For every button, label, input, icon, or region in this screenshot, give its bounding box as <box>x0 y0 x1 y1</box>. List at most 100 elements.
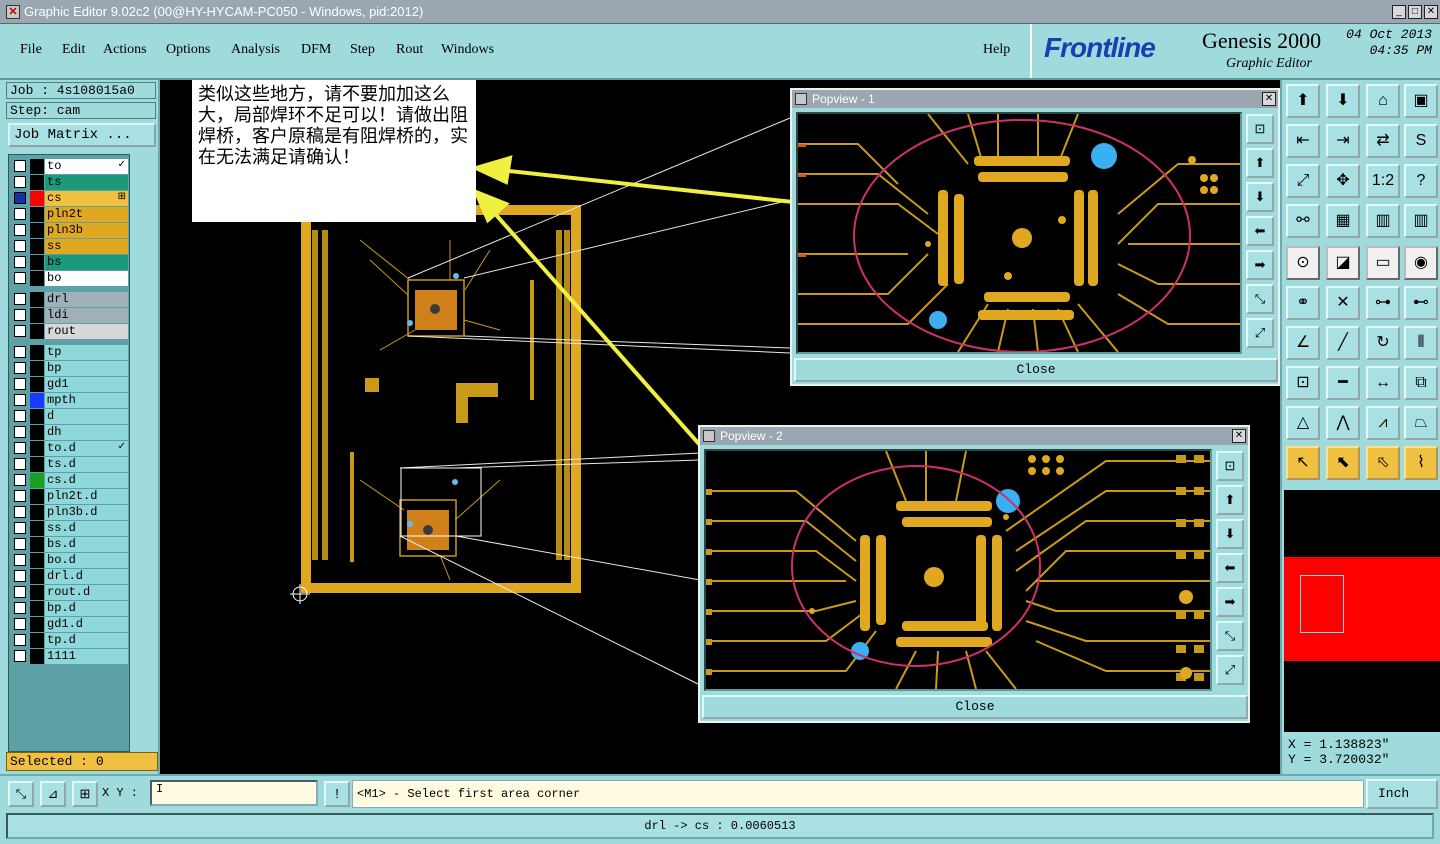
layer-row-pln3b[interactable]: pln3b <box>12 223 128 238</box>
layer-color-swatch[interactable] <box>30 489 44 504</box>
app-icon[interactable]: ✕ <box>6 5 20 19</box>
layer-checkbox[interactable] <box>14 325 26 337</box>
scale-one-two-icon[interactable]: 1:2 <box>1366 164 1400 198</box>
layer-name[interactable]: ts.d <box>45 457 128 472</box>
layer-color-swatch[interactable] <box>30 633 44 648</box>
layer-row-ss-d[interactable]: ss.d <box>12 521 128 536</box>
measure-icon[interactable]: ⚯ <box>1286 204 1320 238</box>
exclaim-button[interactable]: ! <box>324 781 350 807</box>
peak-icon[interactable]: ⋀ <box>1326 406 1360 440</box>
node-icon[interactable]: ⊡ <box>1286 366 1320 400</box>
layer-color-swatch[interactable] <box>30 521 44 536</box>
pick-icon[interactable]: ⊙ <box>1286 246 1320 280</box>
layer-checkbox[interactable] <box>14 538 26 550</box>
grid-snap-icon[interactable]: ⊞ <box>72 781 98 807</box>
layer-color-swatch[interactable] <box>30 505 44 520</box>
layer-checkbox[interactable] <box>14 570 26 582</box>
layer-color-swatch[interactable] <box>30 457 44 472</box>
layer-row-pln2t-d[interactable]: pln2t.d <box>12 489 128 504</box>
minimize-button[interactable]: _ <box>1392 5 1406 19</box>
trapezoid-icon[interactable]: ⏢ <box>1404 406 1438 440</box>
select-area-icon[interactable]: ⬉ <box>1326 446 1360 480</box>
layer-row-pln2t[interactable]: pln2t <box>12 207 128 222</box>
layer-checkbox[interactable] <box>14 554 26 566</box>
target-icon[interactable]: ◉ <box>1404 246 1438 280</box>
menu-windows[interactable]: Windows <box>441 42 494 58</box>
layer-name[interactable]: bp <box>45 361 128 376</box>
connect-icon[interactable]: ⚭ <box>1286 286 1320 320</box>
layer-name[interactable]: bo <box>45 271 128 286</box>
layer-row-ts-d[interactable]: ts.d <box>12 457 128 472</box>
layer-checkbox[interactable] <box>14 618 26 630</box>
layer-row-ts[interactable]: ts <box>12 175 128 190</box>
layer-row-ldi[interactable]: ldi <box>12 308 128 323</box>
popview-1-tool-4[interactable]: ⬅ <box>1246 216 1274 246</box>
layer-checkbox[interactable] <box>14 426 26 438</box>
layer-color-swatch[interactable] <box>30 377 44 392</box>
layer-color-swatch[interactable] <box>30 207 44 222</box>
layer-color-swatch[interactable] <box>30 191 44 206</box>
popview-1-close-button[interactable]: Close <box>794 358 1278 382</box>
layer-row-1111[interactable]: 1111 <box>12 649 128 664</box>
layer-checkbox[interactable] <box>14 362 26 374</box>
ruler-icon[interactable]: ▭ <box>1366 246 1400 280</box>
layer-red2-icon[interactable]: ▥ <box>1404 204 1438 238</box>
layer-row-mpth[interactable]: mpth <box>12 393 128 408</box>
popview-2-tool-3[interactable]: ⬇ <box>1216 519 1244 549</box>
layer-name[interactable]: tp.d <box>45 633 128 648</box>
layer-red-icon[interactable]: ▥ <box>1366 204 1400 238</box>
layer-name[interactable]: cs.d <box>45 473 128 488</box>
cross-icon[interactable]: ✕ <box>1326 286 1360 320</box>
popview-2-view[interactable] <box>704 449 1212 691</box>
pan-left-icon[interactable]: ⇤ <box>1286 124 1320 158</box>
zoom-home-icon[interactable]: ✥ <box>1326 164 1360 198</box>
arch-icon[interactable]: ⩘ <box>1366 406 1400 440</box>
layer-checkbox[interactable] <box>14 474 26 486</box>
layer-row-cs-d[interactable]: cs.d <box>12 473 128 488</box>
snap-angle-icon[interactable]: ⊿ <box>40 781 66 807</box>
unit-select[interactable]: Inch <box>1366 779 1438 809</box>
layer-color-swatch[interactable] <box>30 223 44 238</box>
popview-2-close-button[interactable]: Close <box>702 695 1248 719</box>
popview-2-tool-1[interactable]: ⊡ <box>1216 451 1244 481</box>
swap-icon[interactable]: ⇄ <box>1366 124 1400 158</box>
layer-checkbox[interactable] <box>14 160 26 172</box>
layer-color-swatch[interactable] <box>30 473 44 488</box>
popview-1-tool-7[interactable]: ⤢ <box>1246 318 1274 348</box>
popview-2-tool-5[interactable]: ➡ <box>1216 587 1244 617</box>
layer-name[interactable]: gd1 <box>45 377 128 392</box>
layer-color-swatch[interactable] <box>30 159 44 174</box>
layer-color-swatch[interactable] <box>30 393 44 408</box>
layer-checkbox[interactable] <box>14 394 26 406</box>
layer-checkbox[interactable] <box>14 442 26 454</box>
grid-icon[interactable]: ▦ <box>1326 204 1360 238</box>
dim-icon[interactable]: ↔ <box>1366 366 1400 400</box>
select-step-icon[interactable]: ⌇ <box>1404 446 1438 480</box>
pan-right-icon[interactable]: ⇥ <box>1326 124 1360 158</box>
layer-row-rout-d[interactable]: rout.d <box>12 585 128 600</box>
layer-checkbox[interactable] <box>14 506 26 518</box>
layer-row-bo[interactable]: bo <box>12 271 128 286</box>
popview-1-tool-2[interactable]: ⬆ <box>1246 148 1274 178</box>
popview-1-tool-6[interactable]: ⤡ <box>1246 284 1274 314</box>
layer-name[interactable]: drl.d <box>45 569 128 584</box>
layer-color-swatch[interactable] <box>30 175 44 190</box>
layer-color-swatch[interactable] <box>30 441 44 456</box>
snap-icon[interactable]: S <box>1404 124 1438 158</box>
layer-row-gd1-d[interactable]: gd1.d <box>12 617 128 632</box>
layer-color-swatch[interactable] <box>30 585 44 600</box>
menu-help[interactable]: Help <box>983 42 1010 58</box>
layer-color-swatch[interactable] <box>30 601 44 616</box>
popview-2-tool-2[interactable]: ⬆ <box>1216 485 1244 515</box>
layer-color-swatch[interactable] <box>30 324 44 339</box>
popview-2-close-icon[interactable]: ✕ <box>1232 429 1246 443</box>
layer-checkbox[interactable] <box>14 240 26 252</box>
panel-move-icon[interactable]: ⬆ <box>1286 84 1320 118</box>
angle-icon[interactable]: ∠ <box>1286 326 1320 360</box>
minus-icon[interactable]: ━ <box>1326 366 1360 400</box>
overview-viewport[interactable] <box>1300 575 1344 633</box>
layer-name[interactable]: d <box>45 409 128 424</box>
layer-name[interactable]: cs ⊞ <box>45 191 128 206</box>
layer-name[interactable]: ss.d <box>45 521 128 536</box>
layer-name[interactable]: dh <box>45 425 128 440</box>
